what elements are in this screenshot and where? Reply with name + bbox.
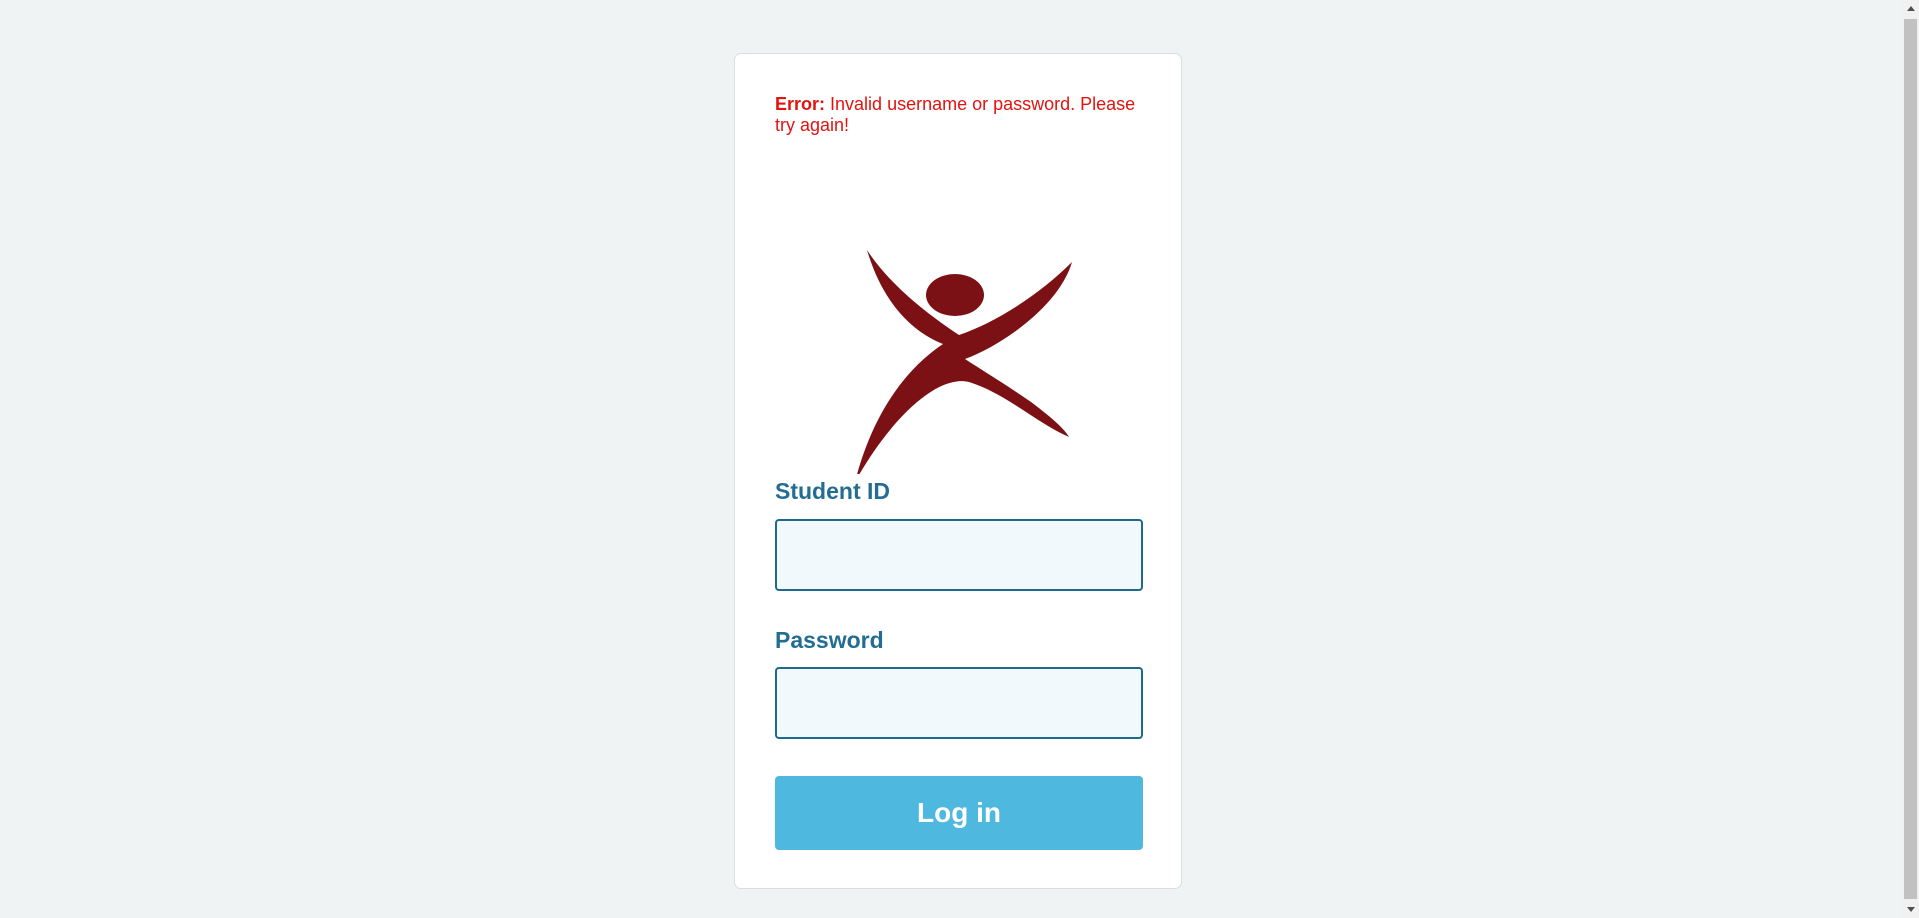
logo-head xyxy=(926,274,984,316)
error-text: Invalid username or password. Please try… xyxy=(775,94,1136,135)
error-label: Error: xyxy=(775,94,826,114)
login-page: Error: Invalid username or password. Ple… xyxy=(0,0,1919,918)
error-message: Error: Invalid username or password. Ple… xyxy=(775,94,1145,136)
login-button[interactable]: Log in xyxy=(775,776,1143,850)
student-id-input[interactable] xyxy=(775,519,1143,591)
scroll-thumb[interactable] xyxy=(1904,19,1917,899)
password-label: Password xyxy=(775,627,884,653)
person-arms-raised-logo-icon xyxy=(857,250,1072,474)
password-input[interactable] xyxy=(775,667,1143,739)
student-id-label: Student ID xyxy=(775,478,890,504)
login-card: Error: Invalid username or password. Ple… xyxy=(734,53,1182,889)
scroll-down-icon[interactable] xyxy=(1902,901,1919,918)
scroll-up-icon[interactable] xyxy=(1902,0,1919,17)
vertical-scrollbar[interactable] xyxy=(1902,0,1919,918)
